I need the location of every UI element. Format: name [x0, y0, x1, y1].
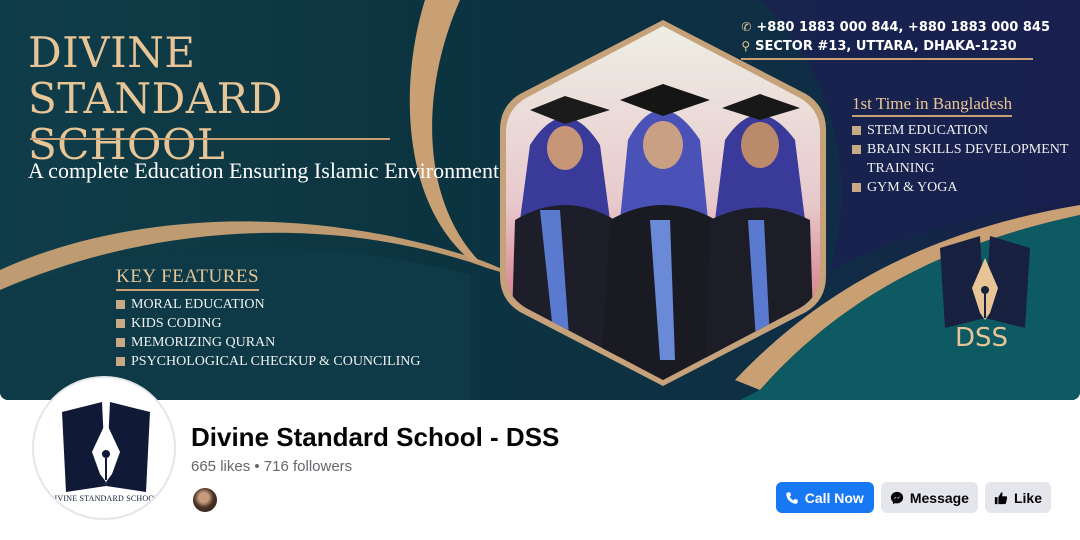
bullet-icon — [116, 319, 125, 328]
list-item: MORAL EDUCATION — [116, 295, 420, 314]
students-photo — [500, 20, 826, 386]
bullet-icon — [852, 145, 861, 154]
friend-avatar[interactable] — [191, 486, 219, 514]
thumbs-up-icon — [994, 491, 1008, 504]
bullet-icon — [852, 183, 861, 192]
list-item: PSYCHOLOGICAL CHECKUP & COUNCILING — [116, 352, 420, 371]
phone-icon: ✆ — [741, 20, 752, 34]
list-item: KIDS CODING — [116, 314, 420, 333]
first-time-heading: 1st Time in Bangladesh — [852, 94, 1013, 117]
bullet-icon — [116, 357, 125, 366]
list-item-label: KIDS CODING — [131, 316, 222, 331]
call-now-label: Call Now — [804, 489, 864, 506]
list-item-label: GYM & YOGA — [867, 180, 958, 195]
message-button[interactable]: Message — [880, 482, 978, 513]
bullet-icon — [116, 338, 125, 347]
list-item-label: PSYCHOLOGICAL CHECKUP & COUNCILING — [131, 354, 421, 369]
key-features: KEY FEATURES MORAL EDUCATION KIDS CODING… — [116, 266, 420, 371]
list-item: MEMORIZING QURAN — [116, 333, 420, 352]
location-pin-icon: ⚲ — [741, 39, 751, 53]
phone-numbers: +880 1883 000 844, +880 1883 000 845 — [756, 20, 1050, 35]
list-item-label: MEMORIZING QURAN — [131, 335, 276, 350]
list-item-label: TRAINING — [867, 161, 935, 176]
messenger-icon — [890, 491, 903, 504]
address-row: ⚲ SECTOR #13, UTTARA, DHAKA-1230 — [741, 37, 1050, 56]
list-item: STEM EDUCATION — [852, 121, 1068, 140]
title-divider — [30, 138, 390, 140]
dss-logo-text: DSS — [955, 323, 1009, 353]
list-item: BRAIN SKILLS DEVELOPMENT — [852, 140, 1068, 159]
contact-info: ✆ +880 1883 000 844, +880 1883 000 845 ⚲… — [741, 18, 1050, 60]
page-title[interactable]: Divine Standard School - DSS — [191, 422, 559, 453]
list-item: TRAINING — [852, 159, 1068, 178]
bullet-icon — [852, 126, 861, 135]
call-now-button[interactable]: Call Now — [775, 482, 874, 513]
page-actions: Call Now Message Like — [775, 482, 1051, 513]
bullet-icon — [116, 300, 125, 309]
list-item-label: MORAL EDUCATION — [131, 297, 265, 312]
cover-photo[interactable]: DIVINE STANDARD SCHOOL A complete Educat… — [0, 0, 1080, 400]
list-item-label: BRAIN SKILLS DEVELOPMENT — [867, 142, 1069, 157]
school-title: DIVINE STANDARD SCHOOL — [28, 28, 283, 169]
like-button[interactable]: Like — [984, 482, 1051, 513]
list-item: GYM & YOGA — [852, 178, 1068, 197]
message-label: Message — [909, 489, 969, 506]
address: SECTOR #13, UTTARA, DHAKA-1230 — [755, 39, 1017, 54]
first-time-list: STEM EDUCATION BRAIN SKILLS DEVELOPMENT … — [852, 121, 1068, 197]
phone-row: ✆ +880 1883 000 844, +880 1883 000 845 — [741, 18, 1050, 37]
tagline: A complete Education Ensuring Islamic En… — [28, 158, 500, 183]
first-time-features: 1st Time in Bangladesh STEM EDUCATION BR… — [852, 94, 1068, 197]
phone-icon — [786, 491, 798, 504]
key-features-heading: KEY FEATURES — [116, 266, 260, 291]
book-pen-logo-icon — [62, 402, 150, 492]
key-features-list: MORAL EDUCATION KIDS CODING MEMORIZING Q… — [116, 295, 420, 371]
profile-avatar[interactable]: DIVINE STANDARD SCHOOL — [32, 376, 176, 520]
page-stats[interactable]: 665 likes • 716 followers — [191, 458, 352, 475]
contact-divider — [741, 58, 1034, 60]
like-label: Like — [1013, 489, 1042, 506]
avatar-caption: DIVINE STANDARD SCHOOL — [48, 494, 160, 503]
list-item-label: STEM EDUCATION — [867, 123, 988, 138]
